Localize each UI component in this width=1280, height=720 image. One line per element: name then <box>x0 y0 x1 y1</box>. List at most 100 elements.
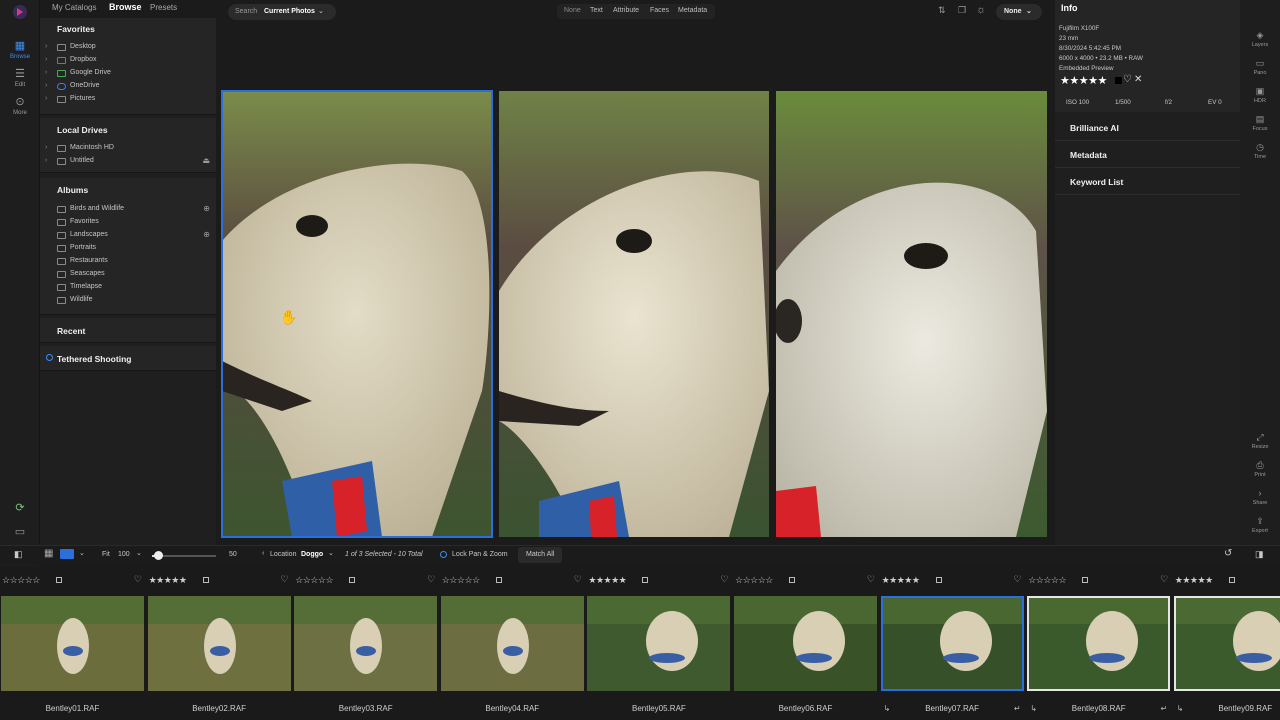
sort-icon[interactable]: ⇅ <box>938 5 946 16</box>
select-checkbox[interactable] <box>1082 577 1089 583</box>
sort-dropdown[interactable]: None ⌄ <box>996 4 1042 20</box>
filter-none[interactable]: None <box>564 7 581 14</box>
filmstrip-item[interactable]: ☆☆☆☆☆ ♡ Bentley06.RAF <box>733 574 878 714</box>
thumbnail[interactable] <box>294 596 438 691</box>
favorite-dropbox[interactable]: › Dropbox <box>40 55 216 68</box>
filmstrip-item[interactable]: ☆☆☆☆☆ ♡ Bentley01.RAF <box>0 574 145 714</box>
color-label-icon[interactable] <box>1115 77 1122 84</box>
brightness-icon[interactable]: ☼ <box>976 4 986 16</box>
select-checkbox[interactable] <box>202 577 209 583</box>
local-drives-title[interactable]: Local Drives <box>57 125 108 135</box>
more-button[interactable]: ⊙ More <box>0 96 40 116</box>
info-title[interactable]: Info <box>1061 3 1078 13</box>
heart-icon[interactable]: ♡ <box>720 574 728 585</box>
album-item[interactable]: Wildlife <box>40 295 216 308</box>
time-button[interactable]: ◷ Time <box>1240 142 1280 160</box>
eject-icon[interactable]: ⏏ <box>202 156 210 165</box>
thumb-rating[interactable]: ☆☆☆☆☆ <box>735 575 773 586</box>
album-item[interactable]: Restaurants <box>40 256 216 269</box>
select-checkbox[interactable] <box>495 577 502 583</box>
edit-mode-button[interactable]: ☰ Edit <box>0 68 40 88</box>
favorite-desktop[interactable]: › Desktop <box>40 42 216 55</box>
thumb-rating[interactable]: ★★★★★ <box>882 575 920 586</box>
tab-my-catalogs[interactable]: My Catalogs <box>52 3 96 12</box>
thumb-rating[interactable]: ☆☆☆☆☆ <box>295 575 333 586</box>
pano-button[interactable]: ▭ Pano <box>1240 58 1280 76</box>
filter-faces[interactable]: Faces <box>650 7 669 14</box>
export-button[interactable]: ⇪ Export <box>1240 516 1280 534</box>
filter-metadata[interactable]: Metadata <box>678 7 707 14</box>
recent-title[interactable]: Recent <box>57 326 85 336</box>
tab-browse[interactable]: Browse <box>109 2 142 12</box>
heart-icon[interactable]: ♡ <box>574 574 582 585</box>
select-checkbox[interactable] <box>935 577 942 583</box>
select-checkbox[interactable] <box>1228 577 1235 583</box>
rotate-icon[interactable]: ↺ <box>1224 548 1232 559</box>
select-checkbox[interactable] <box>642 577 649 583</box>
heart-icon[interactable]: ♡ <box>281 574 289 585</box>
thumb-rating[interactable]: ☆☆☆☆☆ <box>442 575 480 586</box>
rating-stars[interactable]: ★★★★★ <box>1060 74 1107 87</box>
drive-macintosh-hd[interactable]: › Macintosh HD <box>40 143 216 156</box>
tethered-section[interactable]: Tethered Shooting <box>40 346 216 371</box>
share-button[interactable]: › Share <box>1240 488 1280 506</box>
grid-view-icon[interactable]: ▦ <box>44 548 53 559</box>
thumbnail[interactable] <box>440 596 584 691</box>
thumbnail[interactable] <box>880 596 1024 691</box>
brilliance-ai-section[interactable]: Brilliance AI <box>1055 115 1240 141</box>
thumbnail[interactable] <box>147 596 291 691</box>
album-item[interactable]: Birds and Wildlife ⊕ <box>40 204 216 217</box>
heart-icon[interactable]: ♡ <box>1014 574 1022 585</box>
filter-text[interactable]: Text <box>590 7 603 14</box>
favorite-onedrive[interactable]: › OneDrive <box>40 81 216 94</box>
filmstrip-item[interactable]: ☆☆☆☆☆ ♡ Bentley04.RAF <box>440 574 585 714</box>
drive-untitled[interactable]: › Untitled ⏏ <box>40 156 216 169</box>
chevron-down-icon[interactable]: ⌄ <box>136 549 142 557</box>
filmstrip-item[interactable]: ☆☆☆☆☆ ♡ Bentley03.RAF <box>293 574 438 714</box>
resize-button[interactable]: ⤢ Resize <box>1240 432 1280 450</box>
compare-pane-2[interactable] <box>499 91 769 537</box>
chevron-left-icon[interactable]: ‹ <box>262 550 264 557</box>
thumb-rating[interactable]: ★★★★★ <box>1175 575 1213 586</box>
layers-button[interactable]: ◈ Layers <box>1240 30 1280 48</box>
heart-icon[interactable]: ♡ <box>1160 574 1168 585</box>
compare-view-icon[interactable] <box>60 549 74 559</box>
compare-pane-1[interactable]: ✋ <box>221 90 493 538</box>
thumbnail[interactable] <box>1 596 144 691</box>
chevron-down-icon[interactable]: ⌄ <box>79 549 85 557</box>
print-button[interactable]: ⎙ Print <box>1240 460 1280 478</box>
select-checkbox[interactable] <box>56 577 62 583</box>
favorites-title[interactable]: Favorites <box>57 24 95 34</box>
hdr-button[interactable]: ▣ HDR <box>1240 86 1280 104</box>
filmstrip-item[interactable]: ★★★★★ ♡ Bentley05.RAF <box>586 574 731 714</box>
select-checkbox[interactable] <box>789 577 795 583</box>
thumbnail[interactable] <box>1027 596 1171 691</box>
right-panel-toggle-icon[interactable]: ◨ <box>1255 549 1264 560</box>
album-item[interactable]: Portraits <box>40 243 216 256</box>
filmstrip-item[interactable]: ☆☆☆☆☆ ♡ ↳ ↵ Bentley08.RAF <box>1026 574 1171 714</box>
lock-pan-zoom-label[interactable]: Lock Pan & Zoom <box>452 551 508 558</box>
filmstrip-item[interactable]: ★★★★★ ♡ Bentley02.RAF <box>147 574 292 714</box>
filmstrip-item[interactable]: ★★★★★♡↳Bentley09.RAF <box>1173 574 1280 714</box>
keyword-list-section[interactable]: Keyword List <box>1055 169 1240 195</box>
location-value[interactable]: Doggo <box>301 551 323 558</box>
favorite-pictures[interactable]: › Pictures <box>40 94 216 107</box>
heart-icon[interactable]: ♡ <box>134 574 142 585</box>
heart-icon[interactable]: ♡ <box>427 574 435 585</box>
metadata-section[interactable]: Metadata <box>1055 142 1240 168</box>
reject-icon[interactable]: ✕ <box>1134 74 1142 85</box>
lock-radio[interactable] <box>440 551 447 558</box>
select-checkbox[interactable] <box>349 577 356 583</box>
favorite-google-drive[interactable]: › Google Drive <box>40 68 216 81</box>
browse-mode-button[interactable]: ▦ Browse <box>0 40 40 60</box>
thumbnail[interactable] <box>587 596 731 691</box>
thumbnail[interactable] <box>1173 596 1280 691</box>
thumb-rating[interactable]: ☆☆☆☆☆ <box>2 575 40 586</box>
chevron-down-icon[interactable]: ⌄ <box>328 549 334 557</box>
zoom-value[interactable]: 100 <box>118 551 130 558</box>
thumb-size-slider-handle[interactable] <box>154 551 163 560</box>
heart-icon[interactable]: ♡ <box>867 574 875 585</box>
app-logo-icon[interactable] <box>0 4 40 20</box>
fit-label[interactable]: Fit <box>102 551 110 558</box>
album-item[interactable]: Favorites <box>40 217 216 230</box>
